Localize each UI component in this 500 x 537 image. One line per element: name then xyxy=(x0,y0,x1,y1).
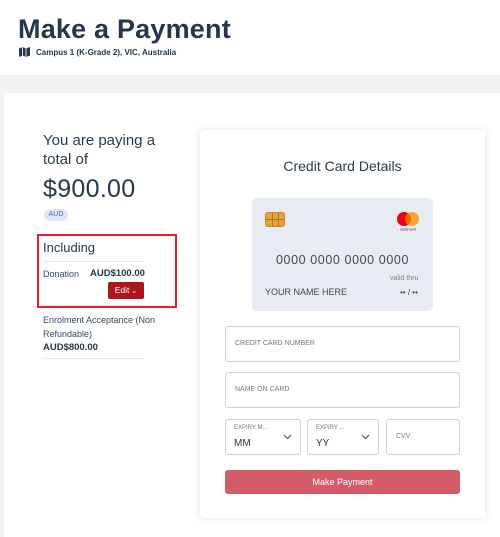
card-preview-expiry: •• / •• xyxy=(400,288,418,297)
valid-thru-label: valid thru xyxy=(390,275,419,282)
credit-card-title: Credit Card Details xyxy=(283,158,402,174)
including-title: Including xyxy=(43,240,96,255)
svg-text:mastercard: mastercard xyxy=(400,228,416,232)
expiry-month-value: MM xyxy=(234,438,251,449)
cvv-placeholder: CVV xyxy=(396,433,411,440)
page-title: Make a Payment xyxy=(18,14,231,44)
name-on-card-placeholder: NAME ON CARD xyxy=(235,386,290,393)
card-preview: mastercard 0000 0000 0000 0000 valid thr… xyxy=(252,198,433,311)
divider xyxy=(43,358,144,359)
donation-label: Donation xyxy=(43,269,80,279)
page-header: Make a Payment Campus 1 (K-Grade 2), VIC… xyxy=(0,0,500,75)
divider xyxy=(43,261,144,262)
paying-text: You are paying a total of xyxy=(43,132,156,168)
map-icon xyxy=(19,47,30,57)
chevron-down-icon: ⌄ xyxy=(131,288,138,295)
name-on-card-field[interactable]: NAME ON CARD xyxy=(225,372,460,408)
credit-card-panel: Credit Card Details mastercard 0000 0000… xyxy=(200,130,485,518)
chevron-down-icon xyxy=(361,434,370,440)
expiry-year-value: YY xyxy=(316,438,330,449)
mastercard-icon: mastercard xyxy=(397,212,419,232)
donation-value: AUD$100.00 xyxy=(90,268,145,279)
location-text: Campus 1 (K-Grade 2), VIC, Australia xyxy=(36,47,177,57)
payment-panel: You are paying a total of $900.00 AUD In… xyxy=(4,93,500,537)
card-number-field[interactable]: CREDIT CARD NUMBER xyxy=(225,326,460,362)
make-payment-button[interactable]: Make Payment xyxy=(225,470,460,494)
edit-button-label: Edit xyxy=(114,285,130,295)
edit-button[interactable]: Edit ⌄ xyxy=(108,282,144,299)
enrolment-label: Enrolment Acceptance (Non Refundable) xyxy=(43,315,156,339)
cvv-field[interactable]: CVV xyxy=(386,419,460,455)
currency-badge: AUD xyxy=(44,209,68,221)
card-preview-number: 0000 0000 0000 0000 xyxy=(275,253,410,267)
total-amount: $900.00 xyxy=(43,175,136,203)
chevron-down-icon xyxy=(283,434,292,440)
chip-icon xyxy=(265,212,285,227)
expiry-month-select[interactable]: EXPIRY M... MM xyxy=(225,419,301,455)
expiry-year-label: EXPIRY ... xyxy=(316,425,345,431)
enrolment-value: AUD$800.00 xyxy=(43,342,98,353)
expiry-month-label: EXPIRY M... xyxy=(234,425,268,431)
location-line: Campus 1 (K-Grade 2), VIC, Australia xyxy=(19,47,176,57)
card-preview-name: YOUR NAME HERE xyxy=(265,287,348,297)
expiry-year-select[interactable]: EXPIRY ... YY xyxy=(307,419,379,455)
card-number-placeholder: CREDIT CARD NUMBER xyxy=(235,340,315,347)
divider xyxy=(43,305,144,306)
